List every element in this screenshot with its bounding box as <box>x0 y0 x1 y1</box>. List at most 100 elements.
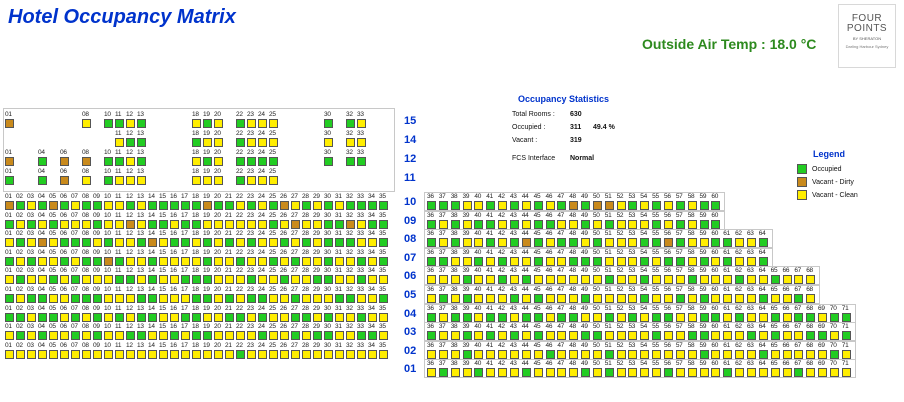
room-status-0138[interactable] <box>450 368 460 378</box>
room-status-0546[interactable] <box>545 294 555 303</box>
room-status-0517[interactable] <box>181 294 190 303</box>
room-status-0941[interactable] <box>486 219 496 229</box>
room-status-1508[interactable] <box>82 119 91 128</box>
room-status-0563[interactable] <box>746 294 756 303</box>
room-status-0661[interactable] <box>723 275 733 285</box>
room-status-0207[interactable] <box>71 349 80 359</box>
room-status-0938[interactable] <box>450 219 460 229</box>
room-status-0739[interactable] <box>462 256 472 266</box>
room-status-1213[interactable] <box>137 157 146 166</box>
room-status-0356[interactable] <box>664 331 673 341</box>
room-status-0622[interactable] <box>236 275 245 285</box>
room-status-1052[interactable] <box>616 201 626 210</box>
room-status-0446[interactable] <box>545 312 555 322</box>
room-status-0740[interactable] <box>474 256 484 266</box>
room-status-0544[interactable] <box>521 294 531 303</box>
room-status-0158[interactable] <box>687 368 697 378</box>
room-status-0749[interactable] <box>581 256 591 266</box>
room-status-0721[interactable] <box>225 256 234 266</box>
room-status-0611[interactable] <box>115 275 124 285</box>
room-status-0252[interactable] <box>616 349 626 359</box>
room-status-0212[interactable] <box>126 349 135 359</box>
room-status-0558[interactable] <box>687 294 697 303</box>
room-status-0750[interactable] <box>592 256 602 266</box>
room-status-0808[interactable] <box>82 238 91 248</box>
room-status-0224[interactable] <box>258 349 267 359</box>
room-status-1422[interactable] <box>236 138 245 147</box>
room-status-0312[interactable] <box>126 331 135 341</box>
room-status-0944[interactable] <box>521 219 531 229</box>
room-status-1055[interactable] <box>652 201 662 210</box>
room-status-0950[interactable] <box>592 219 602 229</box>
room-status-0601[interactable] <box>5 275 14 285</box>
room-status-1045[interactable] <box>533 201 543 210</box>
room-status-0462[interactable] <box>735 312 745 322</box>
room-status-0208[interactable] <box>82 349 91 359</box>
room-status-0825[interactable] <box>269 238 278 248</box>
room-status-0223[interactable] <box>247 349 256 359</box>
room-status-0948[interactable] <box>569 219 579 229</box>
room-status-0260[interactable] <box>711 349 721 359</box>
room-status-1034[interactable] <box>368 201 377 210</box>
room-status-0954[interactable] <box>640 219 650 229</box>
room-status-0457[interactable] <box>675 312 685 322</box>
room-status-1211[interactable] <box>115 157 124 166</box>
room-status-0263[interactable] <box>746 349 756 359</box>
room-status-1014[interactable] <box>148 201 157 210</box>
room-status-1420[interactable] <box>214 138 223 147</box>
room-status-0303[interactable] <box>27 331 36 341</box>
room-status-0512[interactable] <box>126 294 135 303</box>
room-status-0229[interactable] <box>313 349 322 359</box>
room-status-0422[interactable] <box>236 312 245 322</box>
room-status-1122[interactable] <box>236 176 245 185</box>
room-status-0304[interactable] <box>38 331 47 341</box>
room-status-0743[interactable] <box>509 256 519 266</box>
room-status-0333[interactable] <box>357 331 366 341</box>
room-status-0716[interactable] <box>170 256 179 266</box>
room-status-0623[interactable] <box>247 275 256 285</box>
room-status-0705[interactable] <box>49 256 58 266</box>
room-status-0803[interactable] <box>27 238 36 248</box>
room-status-0635[interactable] <box>379 275 388 285</box>
room-status-1512[interactable] <box>126 119 135 128</box>
room-status-0553[interactable] <box>628 294 638 303</box>
room-status-0316[interactable] <box>170 331 179 341</box>
room-status-0353[interactable] <box>628 331 638 341</box>
room-status-0309[interactable] <box>93 331 102 341</box>
room-status-0425[interactable] <box>269 312 278 322</box>
room-status-1201[interactable] <box>5 157 14 166</box>
room-status-0409[interactable] <box>93 312 102 322</box>
room-status-1412[interactable] <box>126 138 135 147</box>
room-status-1204[interactable] <box>38 157 47 166</box>
room-status-0523[interactable] <box>247 294 256 303</box>
room-status-0859[interactable] <box>699 238 709 248</box>
room-status-0423[interactable] <box>247 312 256 322</box>
room-status-1125[interactable] <box>269 176 278 185</box>
room-status-1501[interactable] <box>5 119 14 128</box>
room-status-0605[interactable] <box>49 275 58 285</box>
room-status-0338[interactable] <box>450 331 460 341</box>
room-status-0142[interactable] <box>498 368 508 378</box>
room-status-0410[interactable] <box>104 312 113 322</box>
room-status-1520[interactable] <box>214 119 223 128</box>
room-status-0715[interactable] <box>159 256 168 266</box>
room-status-1051[interactable] <box>604 201 614 210</box>
room-status-0657[interactable] <box>675 275 685 285</box>
room-status-0225[interactable] <box>269 349 278 359</box>
room-status-0612[interactable] <box>126 275 135 285</box>
room-status-0847[interactable] <box>557 238 567 248</box>
room-status-0240[interactable] <box>474 349 484 359</box>
room-status-0140[interactable] <box>474 368 484 378</box>
room-status-0650[interactable] <box>592 275 602 285</box>
room-status-0213[interactable] <box>137 349 146 359</box>
room-status-0541[interactable] <box>486 294 496 303</box>
room-status-0506[interactable] <box>60 294 69 303</box>
room-status-1049[interactable] <box>581 201 591 210</box>
room-status-0846[interactable] <box>545 238 555 248</box>
room-status-1533[interactable] <box>357 119 366 128</box>
room-status-1106[interactable] <box>60 176 69 185</box>
room-status-0606[interactable] <box>60 275 69 285</box>
room-status-0613[interactable] <box>137 275 146 285</box>
room-status-0219[interactable] <box>203 349 212 359</box>
room-status-1036[interactable] <box>427 201 436 210</box>
